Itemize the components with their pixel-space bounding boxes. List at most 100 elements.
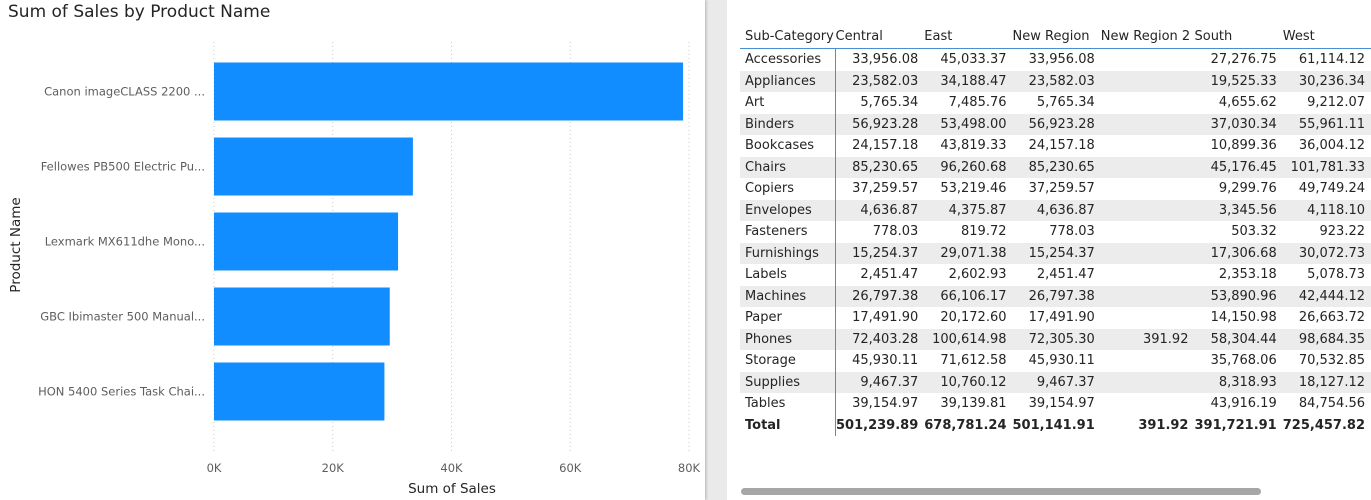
table-cell: 10,760.12	[924, 371, 1013, 393]
table-cell	[1100, 371, 1195, 393]
table-cell	[1101, 264, 1195, 286]
table-cell: 4,375.87	[924, 199, 1013, 221]
x-tick-label: 60K	[559, 461, 582, 475]
table-cell: 15,254.37	[835, 242, 925, 264]
category-label: Canon imageCLASS 2200 ...	[44, 85, 205, 99]
table-cell: 33,956.08	[1028, 52, 1095, 68]
table-row: Binders 56,923.28 53,498.00 56,923.28 37,030…	[740, 113, 1371, 135]
table-cell	[1100, 285, 1195, 307]
category-label: GBC Ibimaster 500 Manual...	[40, 310, 205, 324]
table-cell: 30,072.73	[1282, 242, 1371, 264]
table-cell	[1101, 307, 1195, 329]
table-cell: 4,118.10	[1282, 199, 1371, 221]
table-cell: 778.03	[872, 224, 919, 240]
row-label: Machines	[740, 285, 837, 307]
table-cell	[1101, 92, 1195, 114]
column-header[interactable]: East	[924, 24, 1012, 49]
table-cell: 98,684.35	[1282, 328, 1371, 350]
row-label: Total	[740, 414, 837, 436]
table-cell: 14,150.98	[1210, 310, 1277, 326]
x-axis-title: Sum of Sales	[408, 481, 496, 497]
table-cell: 84,754.56	[1298, 396, 1365, 412]
table-cell	[1100, 156, 1195, 178]
table-cell: 49,749.24	[1298, 181, 1365, 197]
table-cell: 2,451.47	[1036, 267, 1095, 283]
table-cell: 7,485.76	[948, 95, 1007, 111]
row-label: Appliances	[740, 70, 837, 92]
column-header[interactable]: New Region 2	[1101, 24, 1195, 49]
column-header[interactable]: West	[1283, 24, 1371, 49]
table-cell: 3,345.56	[1194, 199, 1283, 221]
table-cell: 85,230.65	[835, 156, 925, 178]
table-cell: 778.03	[1049, 224, 1095, 240]
table-cell: 2,602.93	[948, 267, 1007, 283]
table-cell: 27,276.75	[1210, 52, 1277, 68]
bar	[214, 287, 390, 346]
table-cell: 39,154.97	[1028, 396, 1095, 412]
table-cell: 61,114.12	[1298, 52, 1365, 68]
table-cell: 26,663.72	[1298, 310, 1365, 326]
table-row: Paper 17,491.90 20,172.60 17,491.90 14,150.9…	[740, 307, 1371, 329]
matrix-panel: Sub-Category Central East New Region New Reg…	[727, 0, 1371, 500]
table-cell: 24,157.18	[1028, 138, 1095, 154]
row-label: Envelopes	[740, 199, 837, 221]
column-header-sub-category[interactable]: Sub-Category	[740, 24, 836, 49]
table-cell: 17,491.90	[852, 310, 919, 326]
table-cell: 2,353.18	[1218, 267, 1277, 283]
table-cell: 29,071.38	[924, 242, 1013, 264]
table-cell: 4,655.62	[1218, 95, 1277, 111]
sales-matrix-table: Sub-Category Central East New Region New Reg…	[740, 24, 1371, 436]
horizontal-scrollbar[interactable]	[741, 488, 1261, 495]
table-row: Bookcases 24,157.18 43,819.33 24,157.18 10,8…	[740, 135, 1371, 157]
table-cell: 4,636.87	[835, 199, 925, 221]
column-header[interactable]: South	[1194, 24, 1282, 49]
table-cell: 34,188.47	[924, 70, 1013, 92]
table-cell: 9,467.37	[1012, 371, 1101, 393]
table-cell: 96,260.68	[924, 156, 1013, 178]
table-cell: 101,781.33	[1282, 156, 1371, 178]
table-row: Accessories 33,956.08 45,033.37 33,956.08 27…	[740, 48, 1371, 71]
column-header[interactable]: New Region	[1013, 24, 1101, 49]
table-row: Supplies 9,467.37 10,760.12 9,467.37 8,318.9…	[740, 371, 1371, 393]
table-row: Fasteners 778.03 819.72 778.03 503.32 923.22	[740, 221, 1371, 243]
table-cell: 391.92	[1100, 328, 1195, 350]
table-cell: 30,236.34	[1282, 70, 1371, 92]
table-cell: 501,239.89	[836, 417, 919, 433]
table-cell	[1100, 113, 1195, 135]
table-cell: 501,141.91	[1012, 417, 1095, 433]
x-tick-label: 40K	[440, 461, 463, 475]
table-cell: 72,403.28	[835, 328, 925, 350]
table-cell: 819.72	[961, 224, 1007, 240]
bar-chart-panel: Sum of Sales by Product Name Canon image…	[0, 0, 705, 500]
table-cell: 53,219.46	[940, 181, 1007, 197]
row-label: Labels	[740, 264, 837, 286]
table-row: Furnishings 15,254.37 29,071.38 15,254.37 17…	[740, 242, 1371, 264]
table-cell	[1101, 393, 1195, 415]
table-cell: 36,004.12	[1298, 138, 1365, 154]
table-cell: 923.22	[1319, 224, 1366, 240]
table-cell: 2,451.47	[860, 267, 919, 283]
bar-chart: Canon imageCLASS 2200 ... Fellowes PB500 …	[8, 42, 701, 497]
table-cell: 66,106.17	[924, 285, 1013, 307]
x-tick-label: 80K	[678, 461, 701, 475]
table-cell: 503.32	[1231, 224, 1277, 240]
table-cell: 56,923.28	[835, 113, 925, 135]
x-tick-label: 20K	[322, 461, 345, 475]
table-cell: 45,930.11	[852, 353, 919, 369]
table-cell: 9,212.07	[1307, 95, 1365, 111]
row-label: Phones	[740, 328, 837, 350]
bar	[214, 62, 684, 121]
table-cell: 15,254.37	[1012, 242, 1101, 264]
table-cell: 24,157.18	[852, 138, 919, 154]
table-cell: 45,033.37	[940, 52, 1007, 68]
column-header[interactable]: Central	[836, 24, 925, 49]
table-row: Machines 26,797.38 66,106.17 26,797.38 53,89…	[740, 285, 1371, 307]
row-label: Chairs	[740, 156, 837, 178]
table-cell: 5,765.34	[1036, 95, 1095, 111]
row-label: Binders	[740, 113, 837, 135]
y-axis-title: Product Name	[8, 197, 24, 292]
table-row: Chairs 85,230.65 96,260.68 85,230.65 45,176.…	[740, 156, 1371, 178]
table-cell: 20,172.60	[940, 310, 1007, 326]
table-row: Art 5,765.34 7,485.76 5,765.34 4,655.62 9,212…	[740, 92, 1371, 114]
table-cell: 17,491.90	[1028, 310, 1095, 326]
